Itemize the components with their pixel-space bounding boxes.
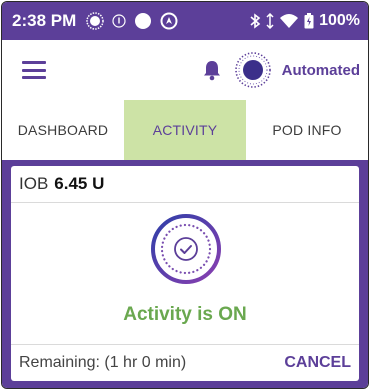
tab-pod-info[interactable]: POD INFO xyxy=(246,100,368,160)
mode-label: Automated xyxy=(281,61,360,79)
info-icon xyxy=(112,14,126,28)
iob-row: IOB 6.45 U xyxy=(11,166,359,203)
status-system-icons: 100% xyxy=(249,12,360,30)
iob-label: IOB xyxy=(19,174,49,193)
bluetooth-icon xyxy=(250,13,261,29)
pod-icon xyxy=(86,12,104,30)
app-header: Automated xyxy=(2,40,368,100)
tab-bar: DASHBOARD ACTIVITY POD INFO xyxy=(2,100,368,160)
status-bar: 2:38 PM 100% xyxy=(2,2,368,40)
app-frame: 2:38 PM 100% Automated DASHBOARD ACTIVIT… xyxy=(1,1,369,389)
remaining-row: Remaining: (1 hr 0 min) CANCEL xyxy=(11,344,359,381)
bell-icon[interactable] xyxy=(202,59,222,81)
tab-activity[interactable]: ACTIVITY xyxy=(124,100,246,160)
battery-percent: 100% xyxy=(319,12,360,29)
activity-panel: IOB 6.45 U Activity is ON Remaining: (1 … xyxy=(2,160,368,388)
status-time: 2:38 PM xyxy=(12,11,77,30)
cancel-button[interactable]: CANCEL xyxy=(284,354,351,372)
menu-icon[interactable] xyxy=(22,61,46,79)
battery-icon xyxy=(304,13,314,29)
activity-card: IOB 6.45 U Activity is ON Remaining: (1 … xyxy=(11,166,359,381)
iob-value: 6.45 U xyxy=(54,174,105,193)
tab-dashboard[interactable]: DASHBOARD xyxy=(2,100,124,160)
remaining-time: Remaining: (1 hr 0 min) xyxy=(19,354,187,371)
signal-icon xyxy=(266,13,274,29)
activity-status-text: Activity is ON xyxy=(123,304,247,325)
wifi-icon xyxy=(280,14,299,28)
pod-status-icon[interactable] xyxy=(234,51,272,89)
status-notification-icons xyxy=(86,12,178,30)
activity-check-icon xyxy=(151,214,221,284)
compass-icon xyxy=(160,12,178,30)
circle-icon xyxy=(135,13,152,29)
